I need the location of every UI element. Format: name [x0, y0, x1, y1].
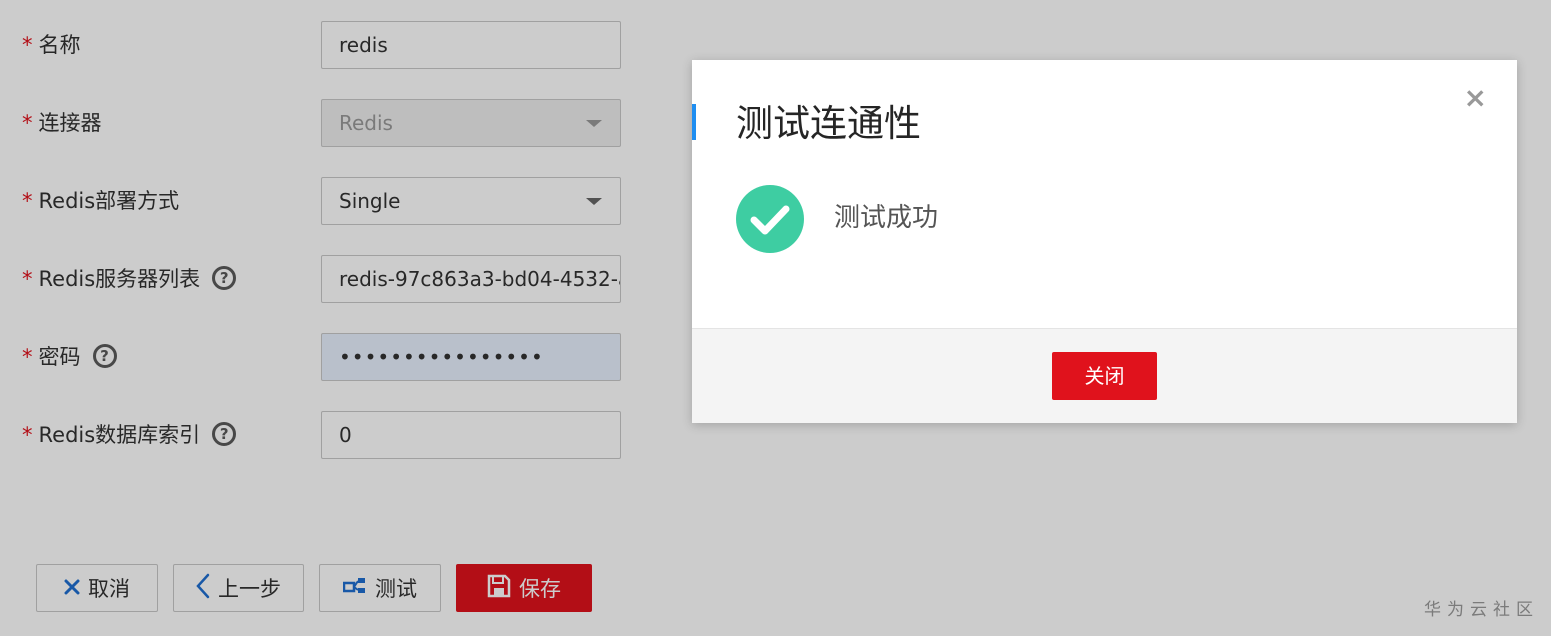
test-connectivity-dialog: 测试连通性 × 测试成功 关闭: [692, 60, 1517, 423]
close-icon[interactable]: ×: [1464, 84, 1487, 112]
dialog-title-accent: [692, 104, 696, 140]
success-message: 测试成功: [834, 203, 939, 233]
close-dialog-button[interactable]: 关闭: [1052, 352, 1157, 400]
dialog-title: 测试连通性: [736, 102, 921, 145]
success-check-icon: [736, 185, 804, 253]
dialog-footer: 关闭: [692, 328, 1517, 423]
connection-form-page: * 名称 redis * 连接器 Redis * Redis部署方式 Single *…: [0, 0, 1551, 636]
